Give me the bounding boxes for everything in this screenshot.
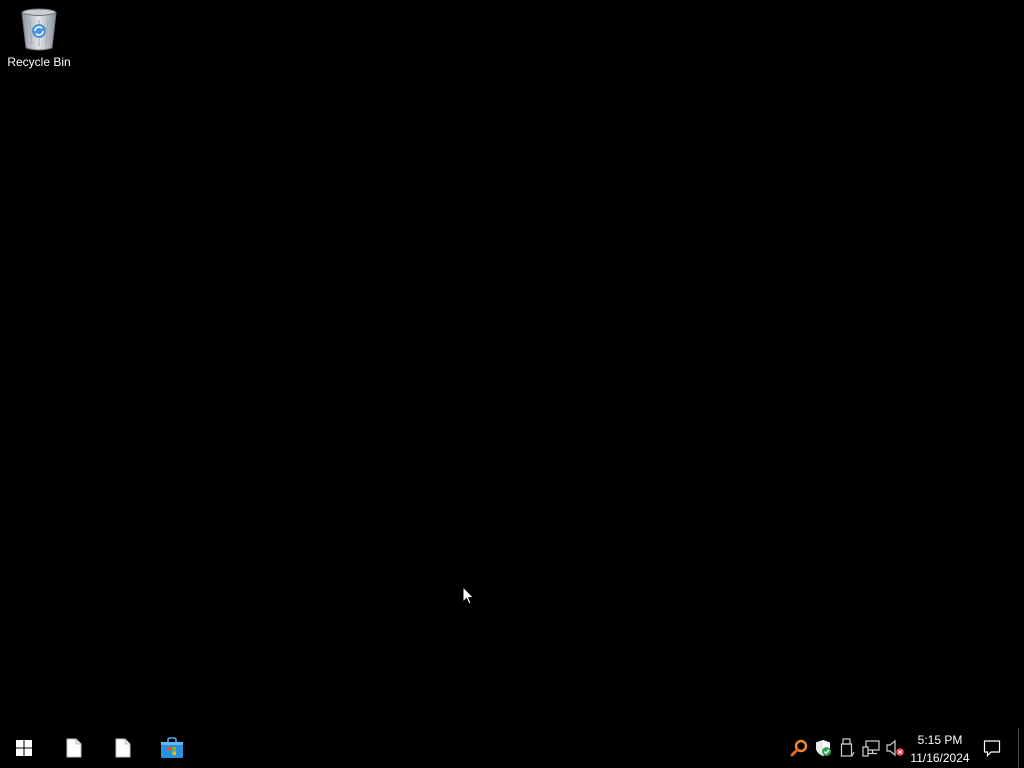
blank-document-icon (115, 738, 131, 758)
notification-icon (983, 740, 1001, 757)
show-desktop-button[interactable] (1018, 728, 1024, 768)
windows-security-shield-icon (816, 740, 831, 756)
microsoft-store-icon (161, 737, 183, 758)
tray-usb-device[interactable] (836, 736, 858, 760)
action-center-button[interactable] (978, 728, 1006, 768)
clock-date: 11/16/2024 (910, 751, 970, 765)
blank-document-icon (66, 738, 82, 758)
network-icon (862, 740, 880, 757)
usb-device-icon (840, 738, 855, 757)
mouse-pointer-icon (462, 585, 476, 606)
start-button[interactable] (0, 728, 48, 768)
clock-time: 5:15 PM (917, 733, 963, 747)
desktop-icon-recycle-bin[interactable]: Recycle Bin (4, 6, 74, 76)
tray-network[interactable] (860, 736, 882, 760)
tray-volume[interactable] (884, 736, 906, 760)
search-magnifier-icon (790, 739, 808, 757)
tray-search-magnifier[interactable] (788, 736, 810, 760)
taskbar: 5:15 PM 11/16/2024 (0, 728, 1024, 768)
taskbar-app-microsoft-store[interactable] (148, 728, 196, 768)
tray-windows-security[interactable] (812, 736, 834, 760)
taskbar-app-document-1[interactable] (50, 728, 98, 768)
desktop[interactable]: Recycle Bin (0, 0, 1024, 728)
desktop-icon-label: Recycle Bin (7, 55, 71, 69)
taskbar-clock[interactable]: 5:15 PM 11/16/2024 (906, 731, 974, 765)
windows-logo-icon (16, 740, 32, 756)
taskbar-app-document-2[interactable] (99, 728, 147, 768)
recycle-bin-icon (17, 6, 61, 52)
volume-muted-icon (886, 739, 904, 757)
